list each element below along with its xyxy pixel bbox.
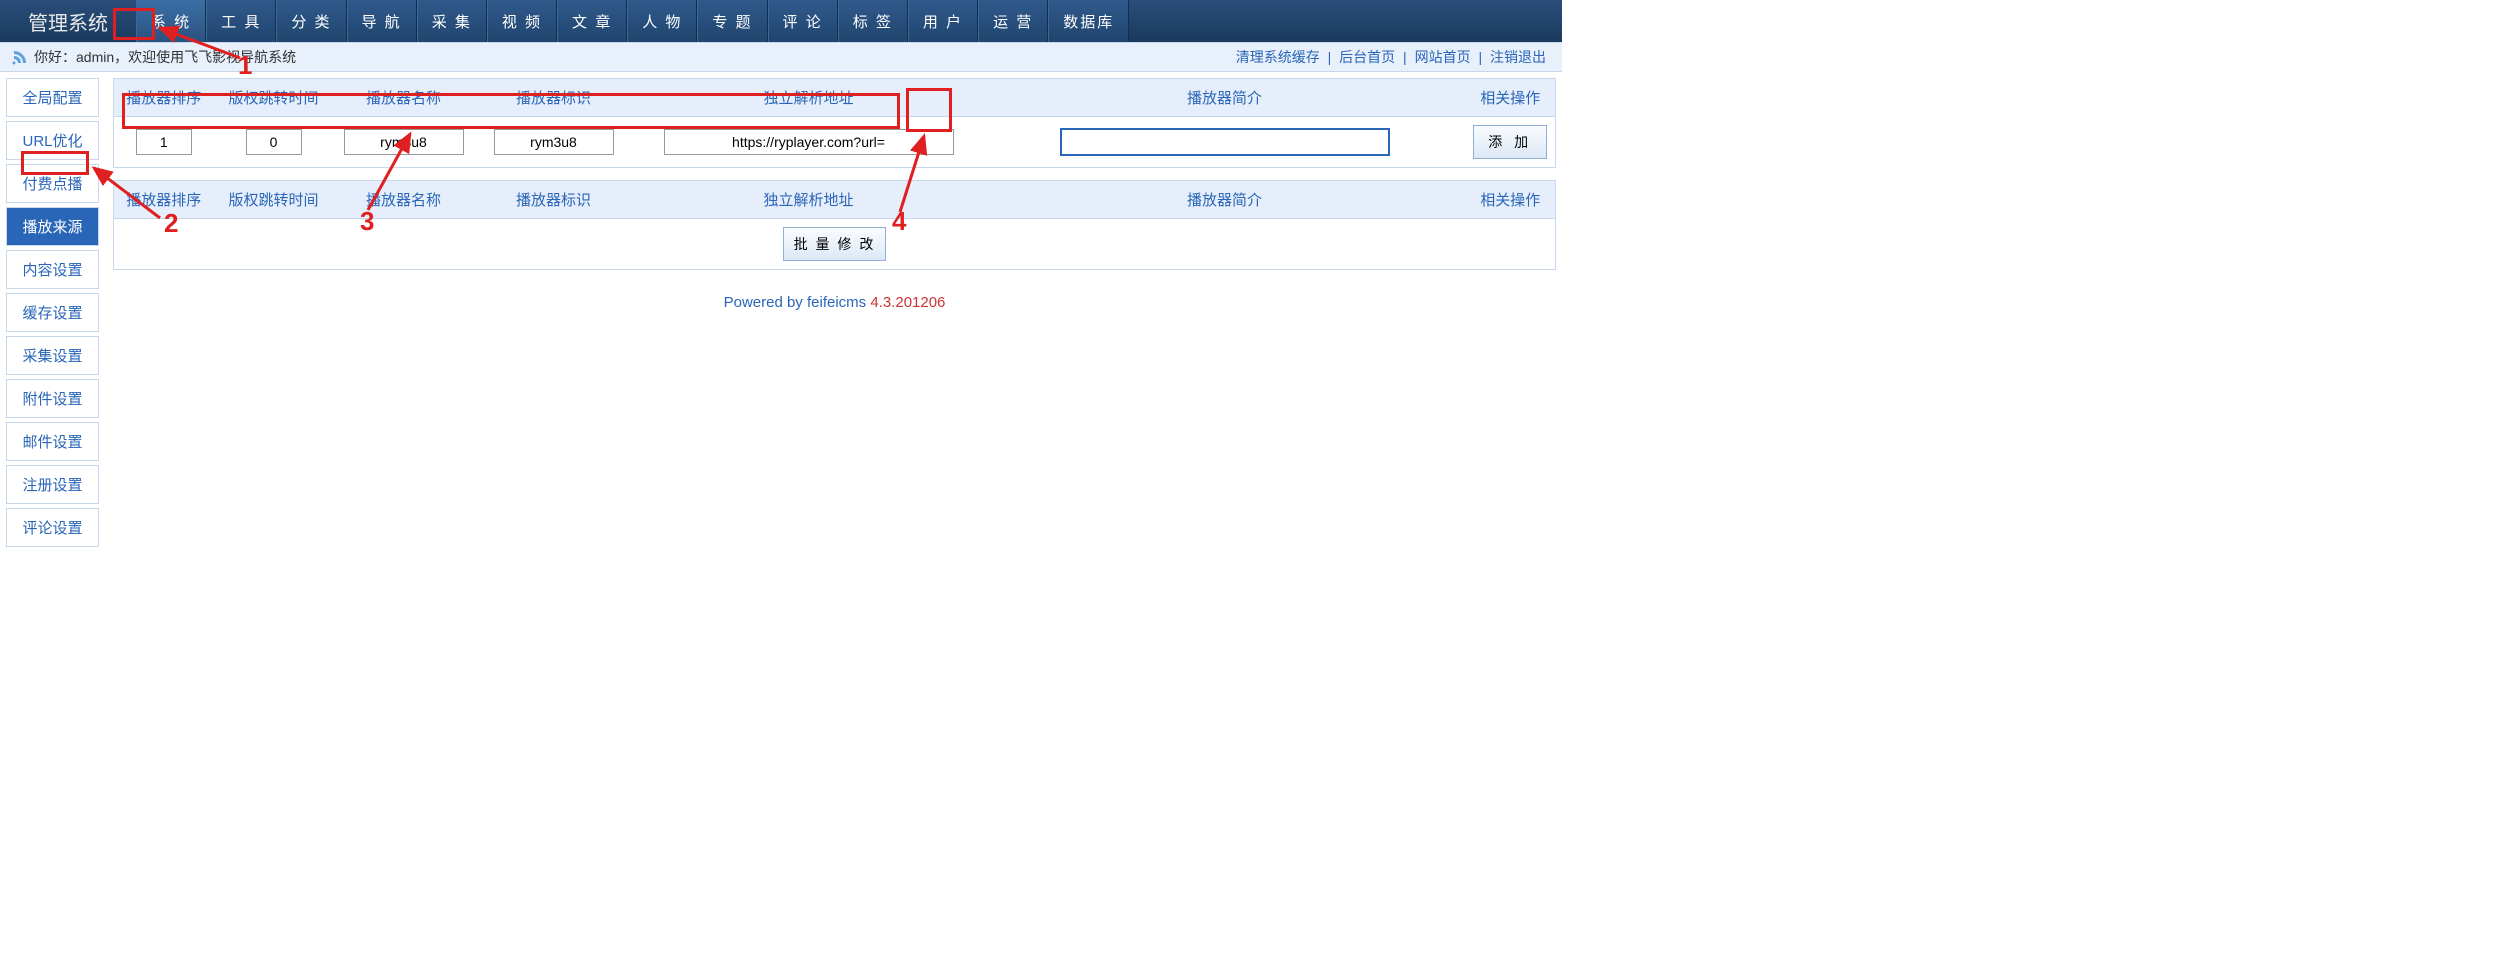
footer: Powered by feifeicms 4.3.201206 xyxy=(113,282,1556,323)
nav-navigation[interactable]: 导 航 xyxy=(347,0,417,42)
add-button[interactable]: 添 加 xyxy=(1473,125,1547,159)
list-player-table: 播放器排序 版权跳转时间 播放器名称 播放器标识 独立解析地址 播放器简介 相关… xyxy=(113,180,1556,270)
sidebar-item-register[interactable]: 注册设置 xyxy=(6,465,99,504)
th-actions: 相关操作 xyxy=(1466,79,1556,117)
content-area: 播放器排序 版权跳转时间 播放器名称 播放器标识 独立解析地址 播放器简介 相关… xyxy=(105,72,1562,329)
sidebar-item-url[interactable]: URL优化 xyxy=(6,121,99,160)
input-sort[interactable] xyxy=(136,129,192,155)
sidebar-item-content[interactable]: 内容设置 xyxy=(6,250,99,289)
input-jump-time[interactable] xyxy=(246,129,302,155)
greeting-text: 你好：admin，欢迎使用飞飞影视导航系统 xyxy=(34,47,296,67)
sidebar-item-mail[interactable]: 邮件设置 xyxy=(6,422,99,461)
header-links: 清理系统缓存 | 后台首页 | 网站首页 | 注销退出 xyxy=(1232,47,1550,67)
th-player-ident: 播放器标识 xyxy=(474,181,634,219)
sidebar-item-cache[interactable]: 缓存设置 xyxy=(6,293,99,332)
nav-system[interactable]: 系 统 xyxy=(136,0,206,42)
th-player-intro: 播放器简介 xyxy=(984,79,1466,117)
nav-video[interactable]: 视 频 xyxy=(487,0,557,42)
th-parse-url: 独立解析地址 xyxy=(634,181,984,219)
th-player-intro: 播放器简介 xyxy=(984,181,1466,219)
sidebar-item-player-source[interactable]: 播放来源 xyxy=(6,207,99,246)
input-row: 添 加 xyxy=(114,117,1556,168)
nav-tools[interactable]: 工 具 xyxy=(206,0,276,42)
nav-operate[interactable]: 运 营 xyxy=(978,0,1048,42)
th-jump-time: 版权跳转时间 xyxy=(214,79,334,117)
th-parse-url: 独立解析地址 xyxy=(634,79,984,117)
link-admin-home[interactable]: 后台首页 xyxy=(1339,49,1395,65)
nav-category[interactable]: 分 类 xyxy=(276,0,346,42)
sidebar: 全局配置 URL优化 付费点播 播放来源 内容设置 缓存设置 采集设置 附件设置… xyxy=(0,72,105,557)
sidebar-item-collect[interactable]: 采集设置 xyxy=(6,336,99,375)
powered-by: Powered by feifeicms xyxy=(724,294,871,311)
rss-icon xyxy=(12,49,28,65)
link-logout[interactable]: 注销退出 xyxy=(1490,49,1546,65)
nav-person[interactable]: 人 物 xyxy=(627,0,697,42)
sidebar-item-comment[interactable]: 评论设置 xyxy=(6,508,99,547)
app-logo: 管理系统 xyxy=(0,7,136,36)
batch-row: 批 量 修 改 xyxy=(114,219,1556,270)
link-clear-cache[interactable]: 清理系统缓存 xyxy=(1236,49,1320,65)
nav-topic[interactable]: 专 题 xyxy=(697,0,767,42)
th-player-name: 播放器名称 xyxy=(334,79,474,117)
top-bar: 管理系统 系 统 工 具 分 类 导 航 采 集 视 频 文 章 人 物 专 题… xyxy=(0,0,1562,42)
version: 4.3.201206 xyxy=(870,294,945,311)
nav-comment[interactable]: 评 论 xyxy=(768,0,838,42)
nav-collect[interactable]: 采 集 xyxy=(417,0,487,42)
sidebar-item-pay[interactable]: 付费点播 xyxy=(6,164,99,203)
th-player-ident: 播放器标识 xyxy=(474,79,634,117)
input-player-ident[interactable] xyxy=(494,129,614,155)
sidebar-item-attachment[interactable]: 附件设置 xyxy=(6,379,99,418)
th-player-name: 播放器名称 xyxy=(334,181,474,219)
nav-tag[interactable]: 标 签 xyxy=(838,0,908,42)
greeting-bar: 你好：admin，欢迎使用飞飞影视导航系统 清理系统缓存 | 后台首页 | 网站… xyxy=(0,42,1562,72)
nav-database[interactable]: 数据库 xyxy=(1048,0,1129,42)
th-sort: 播放器排序 xyxy=(114,181,214,219)
batch-edit-button[interactable]: 批 量 修 改 xyxy=(783,227,887,261)
th-actions: 相关操作 xyxy=(1466,181,1556,219)
nav-user[interactable]: 用 户 xyxy=(908,0,978,42)
input-player-intro[interactable] xyxy=(1060,128,1390,156)
input-player-name[interactable] xyxy=(344,129,464,155)
th-jump-time: 版权跳转时间 xyxy=(214,181,334,219)
input-parse-url[interactable] xyxy=(664,129,954,155)
nav-article[interactable]: 文 章 xyxy=(557,0,627,42)
top-nav: 系 统 工 具 分 类 导 航 采 集 视 频 文 章 人 物 专 题 评 论 … xyxy=(136,0,1129,42)
add-player-table: 播放器排序 版权跳转时间 播放器名称 播放器标识 独立解析地址 播放器简介 相关… xyxy=(113,78,1556,168)
th-sort: 播放器排序 xyxy=(114,79,214,117)
sidebar-item-global[interactable]: 全局配置 xyxy=(6,78,99,117)
link-site-home[interactable]: 网站首页 xyxy=(1415,49,1471,65)
